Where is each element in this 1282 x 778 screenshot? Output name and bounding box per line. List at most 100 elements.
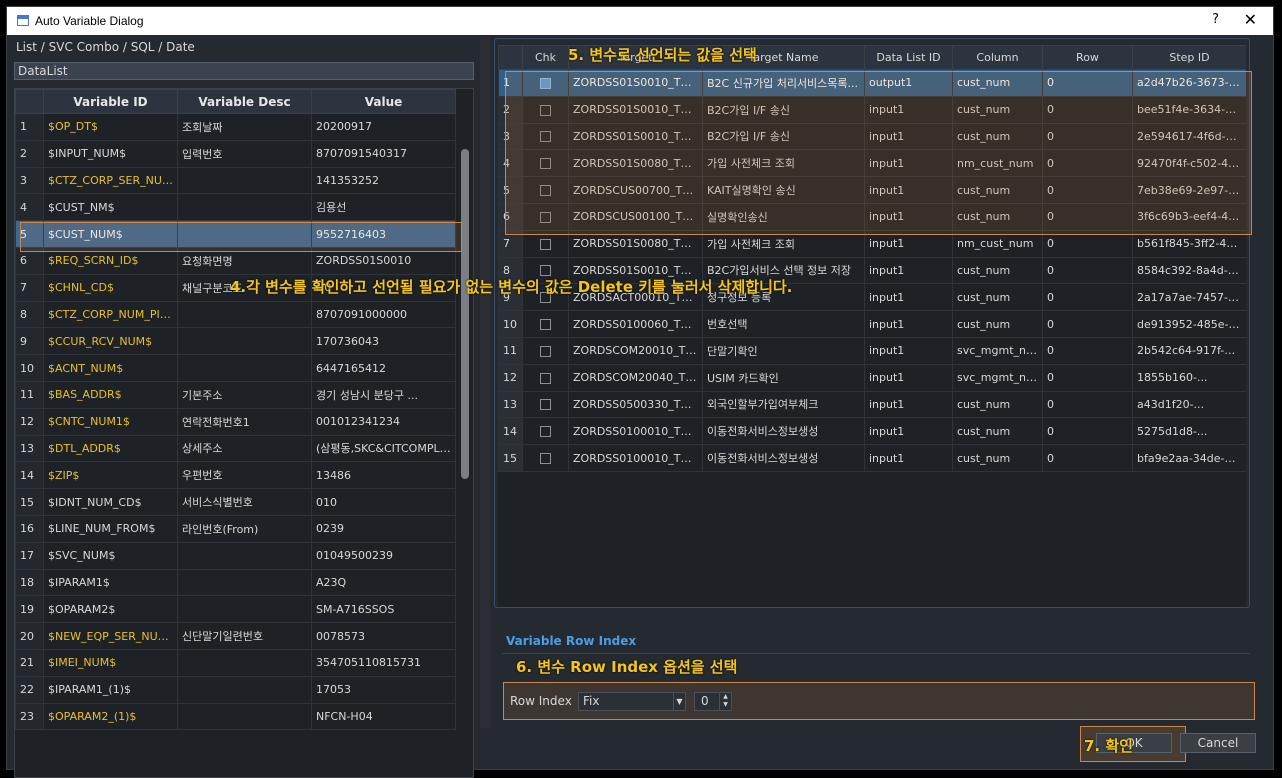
- variable-desc-cell[interactable]: [177, 300, 312, 329]
- step-id-cell[interactable]: bee51f4e-3634-4a3...: [1132, 95, 1246, 124]
- chk-cell[interactable]: [522, 336, 569, 365]
- datalist-label[interactable]: DataList: [14, 62, 474, 80]
- variable-id-cell[interactable]: $OPARAM2_(1)$: [43, 702, 178, 731]
- column-cell[interactable]: cust_num: [952, 310, 1043, 338]
- variable-desc-cell[interactable]: [177, 354, 312, 382]
- row-checkbox[interactable]: [540, 211, 551, 223]
- row-number[interactable]: 8: [15, 300, 44, 329]
- column-header-row[interactable]: Row: [1042, 45, 1133, 70]
- variable-row[interactable]: 13 $DTL_ADDR$ 상세주소 (삼평동,SKC&CITCOMPLEX): [15, 434, 456, 463]
- row-number[interactable]: 10: [15, 354, 44, 382]
- target-cell[interactable]: ZORDSCOM20040_TR01: [568, 363, 703, 392]
- data-list-id-cell[interactable]: input1: [864, 283, 953, 312]
- variable-desc-cell[interactable]: [177, 327, 312, 356]
- variable-row[interactable]: 3 $CTZ_CORP_SER_NUM$ 141353252: [15, 166, 456, 195]
- data-list-id-cell[interactable]: input1: [864, 417, 953, 446]
- target-row[interactable]: 14 ZORDSS0100010_TR02 이동전화서비스정보생성 input1 cus…: [498, 417, 1246, 446]
- variable-row[interactable]: 6 $REQ_SCRN_ID$ 요청화면명 ZORDSS01S0010: [15, 246, 456, 275]
- cancel-button[interactable]: Cancel: [1180, 733, 1256, 753]
- value-cell[interactable]: 0078573: [311, 622, 456, 650]
- variable-id-cell[interactable]: $BAS_ADDR$: [43, 380, 178, 409]
- variable-desc-cell[interactable]: 상세주소: [177, 434, 312, 463]
- variable-desc-cell[interactable]: 입력번호: [177, 139, 312, 168]
- variable-id-cell[interactable]: $REQ_SCRN_ID$: [43, 246, 178, 275]
- step-id-cell[interactable]: a43d1f20-...: [1132, 390, 1246, 419]
- row-number[interactable]: 13: [15, 434, 44, 463]
- target-cell[interactable]: ZORDSCUS00700_TR02: [568, 176, 703, 204]
- row-number[interactable]: 23: [15, 702, 44, 731]
- target-cell[interactable]: ZORDSCOM20010_TR01: [568, 336, 703, 365]
- row-number[interactable]: 12: [15, 407, 44, 436]
- column-header-value[interactable]: Value: [311, 89, 456, 114]
- variable-row[interactable]: 10 $ACNT_NUM$ 6447165412: [15, 354, 456, 382]
- value-cell[interactable]: 141353252: [311, 166, 456, 195]
- target-row[interactable]: 6 ZORDSCUS00100_TR03 실명확인송신 input1 cust_num 0…: [498, 202, 1246, 231]
- row-number[interactable]: 11: [15, 380, 44, 409]
- column-cell[interactable]: cust_num: [952, 283, 1043, 312]
- column-header-variable-desc[interactable]: Variable Desc: [177, 89, 312, 114]
- target-cell[interactable]: ZORDSCUS00100_TR03: [568, 202, 703, 231]
- column-cell[interactable]: cust_num: [952, 69, 1043, 97]
- row-cell[interactable]: 0: [1042, 283, 1133, 312]
- column-cell[interactable]: svc_mgmt_num: [952, 363, 1043, 392]
- variable-id-cell[interactable]: $CTZ_CORP_NUM_PINF$: [43, 300, 178, 329]
- target-name-cell[interactable]: B2C 신규가입 처리서비스목록...: [702, 69, 865, 97]
- step-id-cell[interactable]: 92470f4f-c502-4ef...: [1132, 149, 1246, 178]
- variable-id-cell[interactable]: $CTZ_CORP_SER_NUM$: [43, 166, 178, 195]
- variable-row[interactable]: 12 $CNTC_NUM1$ 연락전화번호1 001012341234: [15, 407, 456, 436]
- variable-id-cell[interactable]: $DTL_ADDR$: [43, 434, 178, 463]
- data-list-id-cell[interactable]: input1: [864, 444, 953, 472]
- variable-row[interactable]: 11 $BAS_ADDR$ 기본주소 경기 성남시 분당구 ...: [15, 380, 456, 409]
- variable-desc-cell[interactable]: [177, 675, 312, 704]
- data-list-id-cell[interactable]: output1: [864, 69, 953, 97]
- row-number[interactable]: 14: [15, 461, 44, 490]
- variable-row[interactable]: 16 $LINE_NUM_FROM$ 라인번호(From) 0239: [15, 514, 456, 543]
- target-name-cell[interactable]: 외국인할부가입여부체크: [702, 390, 865, 419]
- value-cell[interactable]: 01049500239: [311, 541, 456, 570]
- column-cell[interactable]: cust_num: [952, 417, 1043, 446]
- target-cell[interactable]: ZORDSS0100010_TR02: [568, 417, 703, 446]
- target-cell[interactable]: ZORDSS01S0010_TR05: [568, 122, 703, 151]
- target-name-cell[interactable]: B2C가입 I/F 송신: [702, 95, 865, 124]
- value-cell[interactable]: 6447165412: [311, 354, 456, 382]
- data-list-id-cell[interactable]: input1: [864, 202, 953, 231]
- target-name-cell[interactable]: 실명확인송신: [702, 202, 865, 231]
- value-cell[interactable]: 001012341234: [311, 407, 456, 436]
- row-number[interactable]: 6: [15, 246, 44, 275]
- column-header-chk[interactable]: Chk: [522, 45, 569, 70]
- value-cell[interactable]: ZORDSS01S0010: [311, 246, 456, 275]
- variable-grid-scrollbar[interactable]: [461, 149, 469, 479]
- data-list-id-cell[interactable]: input1: [864, 149, 953, 178]
- target-name-cell[interactable]: 번호선택: [702, 310, 865, 338]
- row-checkbox[interactable]: [540, 345, 551, 357]
- target-row[interactable]: 15 ZORDSS0100010_TR02 이동전화서비스정보생성 input1 cus…: [498, 444, 1246, 472]
- panel-splitter[interactable]: [480, 38, 490, 728]
- column-header-step-id[interactable]: Step ID: [1132, 45, 1246, 70]
- row-number[interactable]: 5: [15, 220, 44, 248]
- data-list-id-cell[interactable]: input1: [864, 229, 953, 258]
- row-cell[interactable]: 0: [1042, 176, 1133, 204]
- variable-id-cell[interactable]: $IDNT_NUM_CD$: [43, 488, 178, 516]
- variable-id-cell[interactable]: $NEW_EQP_SER_NUM$: [43, 622, 178, 650]
- chk-cell[interactable]: [522, 417, 569, 446]
- value-cell[interactable]: 010: [311, 488, 456, 516]
- target-cell[interactable]: ZORDSS0100010_TR02: [568, 444, 703, 472]
- variable-desc-cell[interactable]: [177, 166, 312, 195]
- value-cell[interactable]: NFCN-H04: [311, 702, 456, 731]
- chk-cell[interactable]: [522, 310, 569, 338]
- row-checkbox[interactable]: [540, 372, 551, 384]
- target-name-cell[interactable]: 단말기확인: [702, 336, 865, 365]
- data-list-id-cell[interactable]: input1: [864, 336, 953, 365]
- target-name-cell[interactable]: B2C가입 I/F 송신: [702, 122, 865, 151]
- variable-row[interactable]: 8 $CTZ_CORP_NUM_PINF$ 8707091000000: [15, 300, 456, 329]
- column-cell[interactable]: cust_num: [952, 202, 1043, 231]
- variable-desc-cell[interactable]: [177, 595, 312, 624]
- variable-desc-cell[interactable]: 우편번호: [177, 461, 312, 490]
- row-number[interactable]: 3: [15, 166, 44, 195]
- help-button[interactable]: ?: [1212, 12, 1219, 27]
- variable-id-cell[interactable]: $ACNT_NUM$: [43, 354, 178, 382]
- variable-desc-cell[interactable]: [177, 648, 312, 677]
- variable-row[interactable]: 21 $IMEI_NUM$ 354705110815731: [15, 648, 456, 677]
- step-id-cell[interactable]: bfa9e2aa-34de-454...: [1132, 444, 1246, 472]
- variable-row[interactable]: 2 $INPUT_NUM$ 입력번호 8707091540317: [15, 139, 456, 168]
